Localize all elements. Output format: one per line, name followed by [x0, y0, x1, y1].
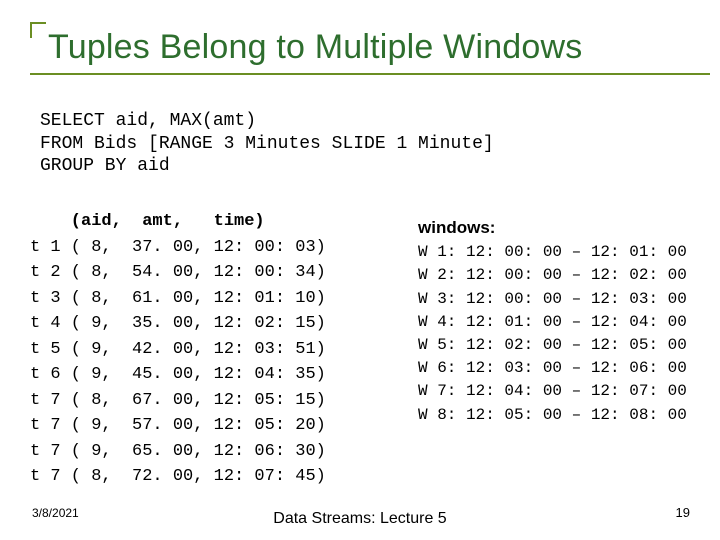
window-row: W 5: 12: 02: 00 – 12: 05: 00	[418, 336, 687, 354]
sql-query: SELECT aid, MAX(amt) FROM Bids [RANGE 3 …	[40, 110, 494, 178]
footer-page: 19	[676, 505, 690, 520]
tuple-row: t 7 ( 8, 67. 00, 12: 05: 15)	[30, 391, 326, 410]
window-row: W 6: 12: 03: 00 – 12: 06: 00	[418, 359, 687, 377]
corner-decoration	[30, 22, 46, 38]
window-row: W 8: 12: 05: 00 – 12: 08: 00	[418, 406, 687, 424]
tuple-row: t 5 ( 9, 42. 00, 12: 03: 51)	[30, 340, 326, 359]
windows-header: windows:	[418, 218, 495, 237]
slide-title: Tuples Belong to Multiple Windows	[48, 28, 582, 67]
tuple-row: t 2 ( 8, 54. 00, 12: 00: 34)	[30, 263, 326, 282]
footer: 3/8/2021 Data Streams: Lecture 5 19	[0, 494, 720, 530]
windows-block: windows: W 1: 12: 00: 00 – 12: 01: 00 W …	[418, 216, 687, 427]
window-row: W 3: 12: 00: 00 – 12: 03: 00	[418, 290, 687, 308]
window-row: W 2: 12: 00: 00 – 12: 02: 00	[418, 266, 687, 284]
tuple-row: t 6 ( 9, 45. 00, 12: 04: 35)	[30, 365, 326, 384]
title-underline	[30, 73, 710, 75]
tuples-header: (aid, amt, time)	[30, 212, 265, 231]
tuple-row: t 7 ( 9, 65. 00, 12: 06: 30)	[30, 442, 326, 461]
tuple-row: t 4 ( 9, 35. 00, 12: 02: 15)	[30, 314, 326, 333]
tuple-row: t 1 ( 8, 37. 00, 12: 00: 03)	[30, 238, 326, 257]
tuple-row: t 7 ( 9, 57. 00, 12: 05: 20)	[30, 416, 326, 435]
tuple-row: t 7 ( 8, 72. 00, 12: 07: 45)	[30, 467, 326, 486]
tuples-block: (aid, amt, time) t 1 ( 8, 37. 00, 12: 00…	[30, 209, 326, 490]
window-row: W 4: 12: 01: 00 – 12: 04: 00	[418, 313, 687, 331]
tuple-row: t 3 ( 8, 61. 00, 12: 01: 10)	[30, 289, 326, 308]
footer-center: Data Streams: Lecture 5	[0, 510, 720, 528]
window-row: W 1: 12: 00: 00 – 12: 01: 00	[418, 243, 687, 261]
window-row: W 7: 12: 04: 00 – 12: 07: 00	[418, 382, 687, 400]
